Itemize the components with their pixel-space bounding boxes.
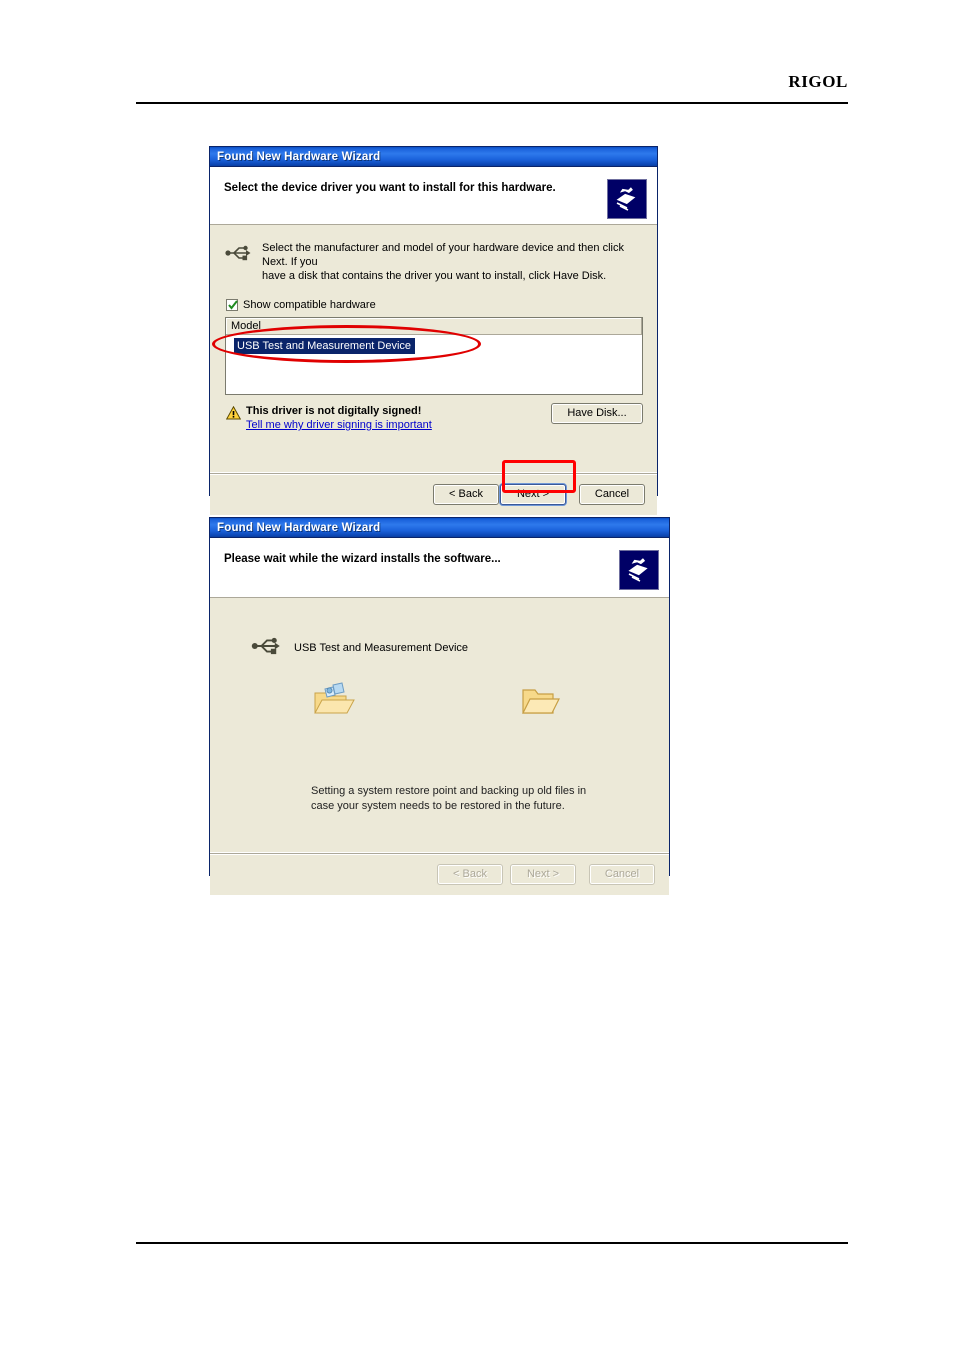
folder-open-icon (520, 683, 560, 722)
usb-icon (224, 241, 258, 265)
footer-divider-highlight (210, 854, 669, 855)
dialog1-body: Select the manufacturer and model of you… (210, 225, 657, 472)
dialog1-instruction-line1: Select the manufacturer and model of you… (262, 242, 624, 268)
driver-signing-link[interactable]: Tell me why driver signing is important (246, 419, 432, 431)
show-compatible-hardware-checkbox[interactable]: Show compatible hardware (226, 299, 376, 311)
dialog1-banner: Select the device driver you want to ins… (210, 167, 657, 225)
dialog2-footer: < Back Next > Cancel (210, 852, 669, 895)
next-button[interactable]: Next > (500, 483, 566, 505)
dialog1-banner-heading: Select the device driver you want to ins… (224, 182, 556, 194)
dialog1-titlebar[interactable]: Found New Hardware Wizard (210, 147, 657, 167)
usb-icon (250, 636, 294, 659)
cancel-button: Cancel (589, 863, 655, 885)
model-listbox[interactable]: Model USB Test and Measurement Device (225, 317, 643, 395)
dialog1-footer: < Back Next > Cancel (210, 472, 657, 515)
page-header: RIGOL (136, 72, 848, 102)
list-item-label[interactable]: USB Test and Measurement Device (234, 338, 416, 354)
footer-divider-highlight (210, 474, 657, 475)
dialog2-banner-heading: Please wait while the wizard installs th… (224, 553, 501, 565)
dialog2-titlebar[interactable]: Found New Hardware Wizard (210, 518, 669, 538)
show-compatible-hardware-label: Show compatible hardware (243, 299, 376, 311)
back-button: < Back (437, 863, 503, 885)
dialog2-body: USB Test and Measurement Device Setting … (210, 598, 669, 852)
cancel-button[interactable]: Cancel (579, 483, 645, 505)
next-button: Next > (510, 863, 576, 885)
have-disk-button[interactable]: Have Disk... (551, 403, 643, 424)
checkmark-icon (226, 299, 238, 311)
dialog1-instruction-line2: have a disk that contains the driver you… (262, 270, 607, 282)
found-new-hardware-wizard-dialog-2[interactable]: Found New Hardware Wizard Please wait wh… (209, 517, 670, 895)
dialog2-device-label: USB Test and Measurement Device (294, 641, 469, 654)
found-new-hardware-wizard-dialog-1[interactable]: Found New Hardware Wizard Select the dev… (209, 146, 658, 515)
header-rule (136, 102, 848, 104)
brand-logo: RIGOL (788, 72, 848, 91)
folder-copy-files-icon (312, 681, 356, 724)
wizard-hand-card-icon (607, 179, 647, 219)
dialog1-title: Found New Hardware Wizard (217, 150, 381, 163)
footer-rule (136, 1242, 848, 1244)
model-list-item[interactable]: USB Test and Measurement Device (226, 335, 642, 354)
model-column-header[interactable]: Model (226, 318, 642, 335)
dialog2-status-line1: Setting a system restore point and backi… (311, 785, 587, 797)
wizard-hand-card-icon (619, 550, 659, 590)
back-button[interactable]: < Back (433, 483, 499, 505)
warning-triangle-icon (225, 405, 246, 423)
dialog2-title: Found New Hardware Wizard (217, 521, 381, 534)
driver-signing-warning-title: This driver is not digitally signed! (246, 405, 422, 417)
dialog2-banner: Please wait while the wizard installs th… (210, 538, 669, 598)
dialog2-status-line2: case your system needs to be restored in… (311, 800, 565, 812)
